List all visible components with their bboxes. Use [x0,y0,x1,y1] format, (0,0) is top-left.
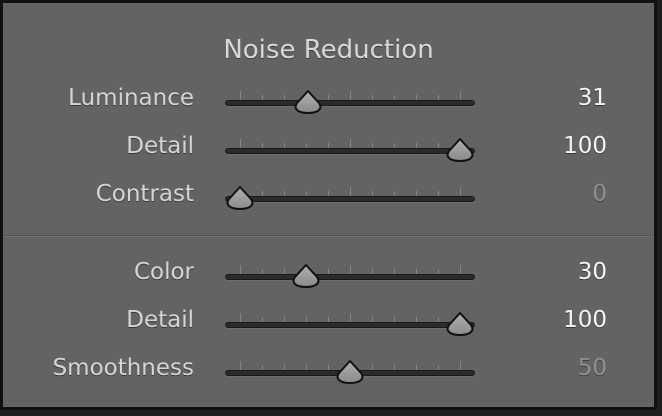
contrast-value[interactable]: 0 [592,181,607,207]
luminance-slider[interactable] [225,81,475,121]
smoothness-value[interactable]: 50 [578,355,607,381]
smoothness-label: Smoothness [52,355,194,381]
color-row: Color 30 [3,255,654,295]
slider-thumb-icon[interactable] [445,311,475,337]
noise-reduction-panel: Noise Reduction Luminance 31 Detail 100 … [0,0,657,410]
luminance-label: Luminance [68,85,194,111]
section-divider [3,235,654,237]
contrast-row: Contrast 0 [3,177,654,217]
color-value[interactable]: 30 [578,259,607,285]
slider-thumb-icon[interactable] [293,89,323,115]
smoothness-slider[interactable] [225,351,475,391]
luminance-row: Luminance 31 [3,81,654,121]
luminance-value[interactable]: 31 [578,85,607,111]
panel-title: Noise Reduction [223,35,434,65]
luminance-detail-label: Detail [126,133,194,159]
slider-thumb-icon[interactable] [225,185,255,211]
luminance-detail-row: Detail 100 [3,129,654,169]
slider-thumb-icon[interactable] [445,137,475,163]
color-detail-value[interactable]: 100 [563,307,607,333]
slider-track[interactable] [225,100,475,106]
luminance-detail-value[interactable]: 100 [563,133,607,159]
contrast-slider[interactable] [225,177,475,217]
slider-thumb-icon[interactable] [291,263,321,289]
luminance-detail-slider[interactable] [225,129,475,169]
contrast-label: Contrast [95,181,194,207]
slider-track[interactable] [225,322,475,328]
smoothness-row: Smoothness 50 [3,351,654,391]
color-detail-slider[interactable] [225,303,475,343]
slider-thumb-icon[interactable] [335,359,365,385]
color-detail-label: Detail [126,307,194,333]
slider-track[interactable] [225,274,475,280]
slider-track[interactable] [225,196,475,202]
slider-track[interactable] [225,148,475,154]
color-slider[interactable] [225,255,475,295]
color-label: Color [133,259,194,285]
color-detail-row: Detail 100 [3,303,654,343]
